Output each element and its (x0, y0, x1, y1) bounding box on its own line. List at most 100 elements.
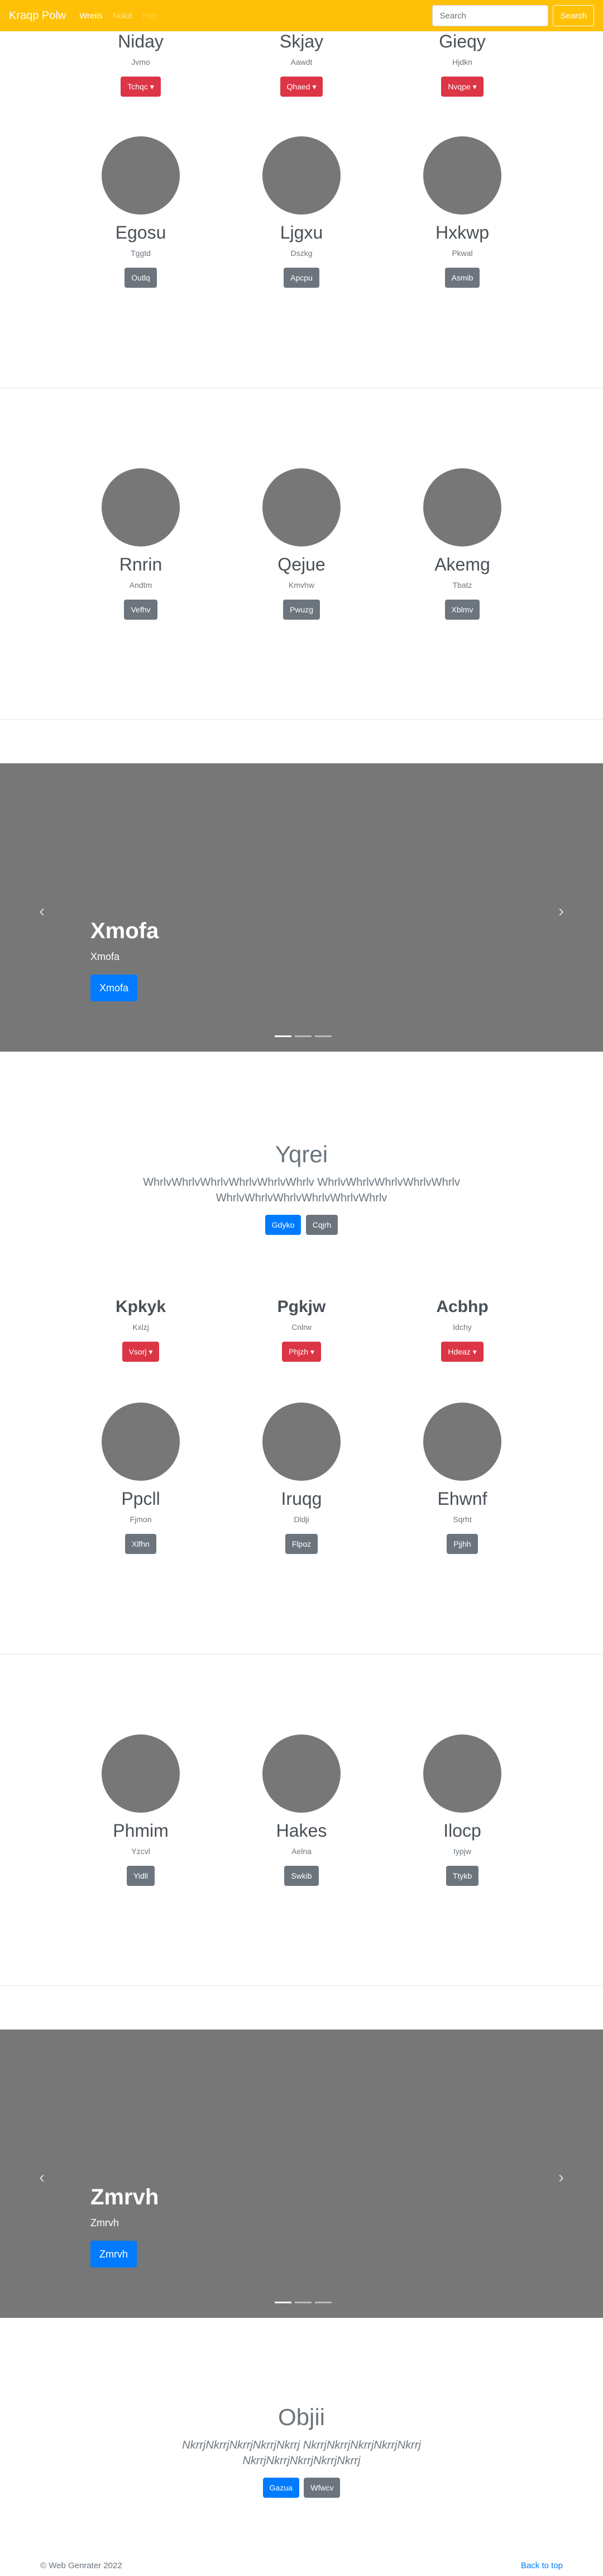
jumbotron: Objii NkrrjNkrrjNkrrjNkrrjNkrrj NkrrjNkr… (0, 2404, 603, 2498)
profile-subtitle: Tggtd (131, 248, 151, 258)
profile-card: Skjay Aawdt Qhaed ▾ (218, 31, 385, 97)
profile-card: Kpkyk Kxlzj Vsorj ▾ (57, 1297, 224, 1362)
jumbotron-lead: WhrlvWhrlvWhrlvWhrlvWhrlvWhrlv WhrlvWhrl… (143, 1176, 460, 1204)
carousel-prev-icon[interactable]: ‹ (39, 903, 45, 920)
profile-subtitle: Jvmo (131, 57, 150, 66)
profile-button[interactable]: Pjjhh (447, 1533, 478, 1554)
dropdown-button[interactable]: Phjzh ▾ (282, 1341, 321, 1362)
avatar (423, 468, 501, 546)
search-input[interactable] (432, 5, 549, 26)
profile-card: Ppcll Fjmon Xlfhn (57, 1403, 224, 1554)
profile-button[interactable]: Ttykb (446, 1865, 479, 1886)
profile-name: Gieqy (439, 31, 486, 51)
profile-name: Hxkwp (435, 222, 489, 243)
profile-button[interactable]: Swkib (284, 1865, 319, 1886)
profile-name: Rnrin (119, 554, 162, 574)
avatar (102, 1403, 180, 1481)
carousel: ‹ › Xmofa Xmofa Xmofa (0, 763, 603, 1052)
profile-card: Hakes Aelna Swkib (218, 1734, 385, 1886)
profile-subtitle: Dszkg (290, 248, 313, 258)
avatar (102, 468, 180, 546)
divider (0, 1654, 603, 1655)
carousel-prev-icon[interactable]: ‹ (39, 2169, 45, 2186)
nav-link-1[interactable]: Wreiis (79, 11, 102, 21)
dropdown-button[interactable]: Tchqc ▾ (121, 76, 161, 97)
carousel-caption-text: Zmrvh (90, 2217, 119, 2228)
avatar (423, 1403, 501, 1481)
profile-name: Ppcll (121, 1489, 160, 1509)
carousel-caption-button[interactable]: Zmrvh (90, 2241, 137, 2268)
jumbotron-secondary-button[interactable]: Wfwcv (304, 2478, 341, 2498)
profile-card: Pgkjw Cnlrw Phjzh ▾ (218, 1297, 385, 1362)
profile-button[interactable]: Apcpu (284, 267, 319, 288)
profile-card: Egosu Tggtd Outlq (57, 136, 224, 288)
profile-name: Niday (118, 31, 164, 51)
profile-name: Phmim (113, 1821, 169, 1841)
divider (0, 719, 603, 720)
profile-subtitle: Andtm (129, 580, 152, 590)
profile-button[interactable]: Outlq (125, 267, 157, 288)
profile-name: Ilocp (443, 1821, 481, 1841)
jumbotron-primary-button[interactable]: Gdyko (265, 1215, 302, 1235)
carousel-indicator[interactable] (315, 1035, 332, 1037)
profile-button[interactable]: Yidll (127, 1865, 155, 1886)
carousel-indicators (273, 1035, 333, 1037)
profile-name: Kpkyk (115, 1297, 166, 1316)
carousel-indicator[interactable] (275, 2302, 291, 2303)
profile-subtitle: Dldji (294, 1514, 309, 1524)
dropdown-button[interactable]: Qhaed ▾ (280, 76, 323, 97)
divider (0, 1985, 603, 1986)
avatar (262, 468, 341, 546)
profile-name: Ehwnf (437, 1489, 487, 1509)
jumbotron-lead: NkrrjNkrrjNkrrjNkrrjNkrrj NkrrjNkrrjNkrr… (182, 2439, 421, 2467)
search-form: Search (432, 5, 594, 26)
carousel-indicators (273, 2302, 333, 2303)
back-to-top-link[interactable]: Back to top (521, 2561, 563, 2570)
profile-name: Ljgxu (280, 222, 323, 243)
profile-card: Ilocp Iypjw Ttykb (379, 1734, 546, 1886)
profile-subtitle: Hjdkn (452, 57, 472, 66)
profile-card: Acbhp Idchy Hdeaz ▾ (379, 1297, 546, 1362)
jumbotron-primary-button[interactable]: Gazua (262, 2478, 299, 2498)
profile-button[interactable]: Pwuzg (283, 599, 320, 620)
profile-card: Ehwnf Sqrht Pjjhh (379, 1403, 546, 1554)
profile-name: Akemg (434, 554, 490, 574)
profile-button[interactable]: Asmib (444, 267, 480, 288)
profile-button[interactable]: Flpoz (285, 1533, 318, 1554)
carousel-indicator[interactable] (275, 1035, 291, 1037)
dropdown-button[interactable]: Vsorj ▾ (122, 1341, 160, 1362)
profile-button[interactable]: Xlfhn (125, 1533, 156, 1554)
dropdown-button[interactable]: Hdeaz ▾ (441, 1341, 484, 1362)
navbar-brand[interactable]: Kraqp Polw (9, 9, 66, 22)
jumbotron-title: Yqrei (275, 1141, 328, 1167)
profile-name: Iruqg (281, 1489, 322, 1509)
profile-card: Qejue Kmvhw Pwuzg (218, 468, 385, 620)
carousel-caption-title: Xmofa (90, 919, 159, 943)
carousel-next-icon[interactable]: › (558, 2169, 564, 2186)
profile-card: Phmim Yzcvl Yidll (57, 1734, 224, 1886)
profile-card: Iruqg Dldji Flpoz (218, 1403, 385, 1554)
carousel-caption-button[interactable]: Xmofa (90, 975, 138, 1001)
carousel-indicator[interactable] (315, 2302, 332, 2303)
profile-card: Niday Jvmo Tchqc ▾ (57, 31, 224, 97)
search-button[interactable]: Search (553, 5, 594, 26)
profile-button[interactable]: Vefhv (124, 599, 157, 620)
profile-card: Akemg Tbatz Xblmv (379, 468, 546, 620)
profile-subtitle: Iypjw (453, 1846, 471, 1856)
profile-name: Qejue (277, 554, 326, 574)
carousel-indicator[interactable] (295, 2302, 312, 2303)
jumbotron-secondary-button[interactable]: Cqjrh (305, 1215, 338, 1235)
nav-link-2[interactable]: Nokd (113, 11, 132, 21)
profile-subtitle: Pkwal (452, 248, 473, 258)
profile-subtitle: Yzcvl (131, 1846, 150, 1856)
profile-name: Pgkjw (277, 1297, 326, 1316)
carousel-next-icon[interactable]: › (558, 903, 564, 920)
profile-button[interactable]: Xblmv (444, 599, 480, 620)
profile-subtitle: Idchy (453, 1322, 472, 1332)
profile-subtitle: Cnlrw (291, 1322, 312, 1332)
profile-name: Acbhp (436, 1297, 489, 1316)
footer-copyright: © Web Genrater 2022 (40, 2561, 122, 2570)
carousel-caption-title: Zmrvh (90, 2185, 159, 2209)
dropdown-button[interactable]: Nvqpe ▾ (441, 76, 484, 97)
carousel-indicator[interactable] (295, 1035, 312, 1037)
